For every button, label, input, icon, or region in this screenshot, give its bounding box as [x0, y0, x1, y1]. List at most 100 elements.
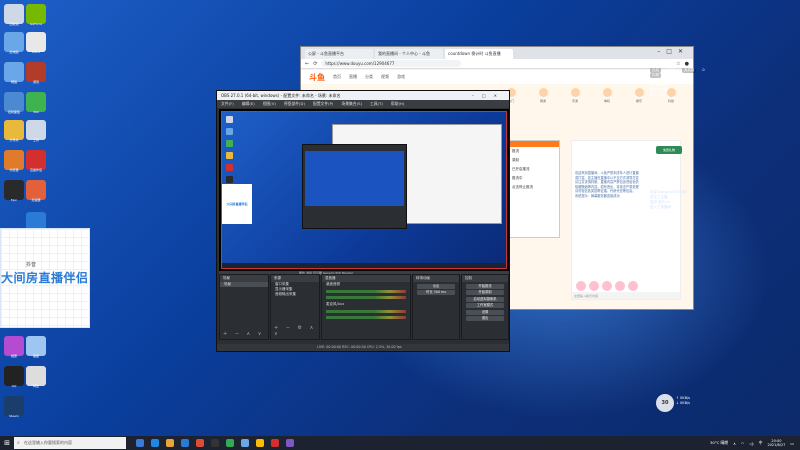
nav-item[interactable]: 首页: [333, 74, 341, 80]
windows-start-icon[interactable]: ⊞: [0, 436, 14, 450]
window-controls[interactable]: –□✕: [472, 91, 505, 100]
taskbar-app-icon[interactable]: [286, 439, 294, 447]
menu-item[interactable]: 视图(V): [263, 100, 276, 108]
studio-mode-button[interactable]: 工作室模式: [466, 303, 504, 308]
source-item[interactable]: 音频输出采集: [271, 292, 319, 297]
dock-tools[interactable]: + − ∧ ∨: [223, 331, 264, 337]
category-item[interactable]: 网游: [533, 88, 553, 104]
taskbar-app-icon[interactable]: [271, 439, 279, 447]
live-companion-widget[interactable]: 抖音 大间房直播伴侣: [0, 228, 90, 328]
category-item[interactable]: 单机: [597, 88, 617, 104]
companion-icon[interactable]: 直播伴侣: [26, 150, 46, 172]
free-gift-button[interactable]: 免费礼物: [656, 146, 682, 154]
epic-icon[interactable]: Epic: [4, 180, 24, 202]
refresh-icon[interactable]: ⟳: [313, 61, 317, 67]
menu-item[interactable]: 编辑(E): [242, 100, 255, 108]
menu-item[interactable]: 帮助(H): [391, 100, 404, 108]
game-icon[interactable]: 游戏: [26, 62, 46, 84]
nav-item[interactable]: 分类: [365, 74, 373, 80]
nav-item[interactable]: 直播: [349, 74, 357, 80]
menu-item[interactable]: 配置文件(P): [313, 100, 333, 108]
accelerator-icon[interactable]: 加速器: [26, 180, 46, 202]
stream-dialog[interactable]: 推流 录制 已开启推流 推流中 点击停止推流: [508, 140, 560, 238]
taskbar-search[interactable]: ⌕ 在这里输入你要搜索的内容: [14, 437, 126, 449]
url-field[interactable]: https://www.douyu.com/12904677: [321, 60, 462, 67]
dialog-line[interactable]: 点击停止推流: [509, 183, 559, 192]
dock-title: 场景: [220, 275, 268, 282]
paint-icon[interactable]: 画图: [26, 336, 46, 358]
download-speed: ↓ 0KB/s: [676, 401, 690, 405]
settings-button[interactable]: 设置: [466, 309, 504, 315]
computer-icon[interactable]: 此电脑: [4, 32, 24, 54]
category-item[interactable]: 手游: [565, 88, 585, 104]
virtual-camera-button[interactable]: 启动虚拟摄像机: [466, 296, 504, 302]
taskbar-app-icon[interactable]: [166, 439, 174, 447]
transition-select[interactable]: 淡出: [417, 283, 455, 289]
taskbar-app-icon[interactable]: [241, 439, 249, 447]
browser-tab[interactable]: 我的直播间 - 个人中心 - 斗鱼: [375, 49, 443, 59]
photos-icon[interactable]: 相册: [4, 336, 24, 358]
gift-icon[interactable]: [602, 281, 612, 291]
nav-item[interactable]: 游戏: [397, 74, 405, 80]
taskbar-app-icon[interactable]: [211, 439, 219, 447]
chevron-up-icon[interactable]: ∧: [733, 441, 736, 446]
ime-indicator[interactable]: 中: [759, 440, 763, 446]
gift-icon[interactable]: [628, 281, 638, 291]
control-panel-icon[interactable]: 控制面板: [4, 92, 24, 114]
obs-window[interactable]: OBS 27.0.1 (64-bit, windows) - 配置文件: 未命名…: [216, 90, 510, 352]
site-brand-logo[interactable]: 斗鱼: [309, 72, 325, 83]
volume-slider[interactable]: [326, 316, 406, 319]
profile-icon[interactable]: ●: [685, 61, 689, 67]
menu-item[interactable]: 停靠部件(D): [284, 100, 305, 108]
taskbar-app-icon[interactable]: [196, 439, 204, 447]
nvidia-icon[interactable]: GeForce: [26, 4, 46, 26]
browser-tab-active[interactable]: countdown 倒计时 斗鱼直播: [445, 49, 513, 59]
side-event-log: 欢迎 Dongyu7455487 关注了主播 送出 鱼丸 x1 进入了直播间: [650, 190, 740, 210]
gift-icon[interactable]: [615, 281, 625, 291]
back-icon[interactable]: ←: [305, 61, 309, 67]
start-recording-button[interactable]: 开始录制: [466, 290, 504, 295]
dock-tools[interactable]: + − ⚙ ∧ ∨: [274, 325, 319, 337]
category-item[interactable]: 娱乐: [629, 88, 649, 104]
security-icon[interactable]: 360: [26, 92, 46, 114]
gift-icon[interactable]: [576, 281, 586, 291]
volume-icon[interactable]: ◁): [749, 441, 753, 446]
browser-icon[interactable]: 浏览器: [4, 150, 24, 172]
steam-icon[interactable]: Steam: [4, 396, 24, 418]
menu-item[interactable]: 文件(F): [221, 100, 234, 108]
dialog-line: 已开启推流: [512, 167, 530, 171]
star-icon[interactable]: ☆: [676, 61, 680, 67]
cloud-icon[interactable]: 网盘: [26, 366, 46, 388]
gift-icon[interactable]: [589, 281, 599, 291]
weather-widget[interactable]: 30°C 晴朗: [710, 440, 728, 446]
desktop-icon-label: 360: [33, 110, 39, 114]
recycle-bin-icon[interactable]: 回收站: [4, 4, 24, 26]
menu-item[interactable]: 场景集合(S): [341, 100, 362, 108]
taskbar-app-icon[interactable]: [256, 439, 264, 447]
obs-preview[interactable]: 大间房直播伴侣: [219, 109, 509, 271]
scene-item[interactable]: 场景: [220, 282, 268, 287]
browser-tab[interactable]: 公屏 - 斗鱼直播平台: [305, 49, 373, 59]
chat-input[interactable]: 这里输入聊天内容: [572, 292, 680, 299]
clock[interactable]: 20:00 2021/8/27: [767, 439, 785, 448]
taskbar-app-icon[interactable]: [136, 439, 144, 447]
taskbar-app-icon[interactable]: [181, 439, 189, 447]
obs-titlebar: OBS 27.0.1 (64-bit, windows) - 配置文件: 未命名…: [217, 91, 509, 100]
notification-icon[interactable]: ▭: [790, 441, 794, 446]
network-icon[interactable]: 网络: [4, 62, 24, 84]
taskbar-app-icon[interactable]: [151, 439, 159, 447]
fps-badge[interactable]: 30: [656, 394, 674, 412]
nav-item[interactable]: 视频: [381, 74, 389, 80]
volume-slider[interactable]: [326, 296, 406, 299]
window-controls[interactable]: –□✕: [657, 48, 689, 55]
menu-item[interactable]: 工具(T): [370, 100, 383, 108]
start-streaming-button[interactable]: 开始推流: [466, 283, 504, 289]
network-icon[interactable]: ◠: [741, 441, 744, 446]
transition-duration[interactable]: 时长 300 ms: [417, 290, 455, 295]
taskbar-app-icon[interactable]: [226, 439, 234, 447]
exit-button[interactable]: 退出: [466, 316, 504, 321]
folder-icon[interactable]: 文件夹: [4, 120, 24, 142]
qq-icon[interactable]: QQ: [4, 366, 24, 388]
zend-icon[interactable]: Zend: [26, 32, 46, 54]
tool-icon[interactable]: 工具: [26, 120, 46, 142]
